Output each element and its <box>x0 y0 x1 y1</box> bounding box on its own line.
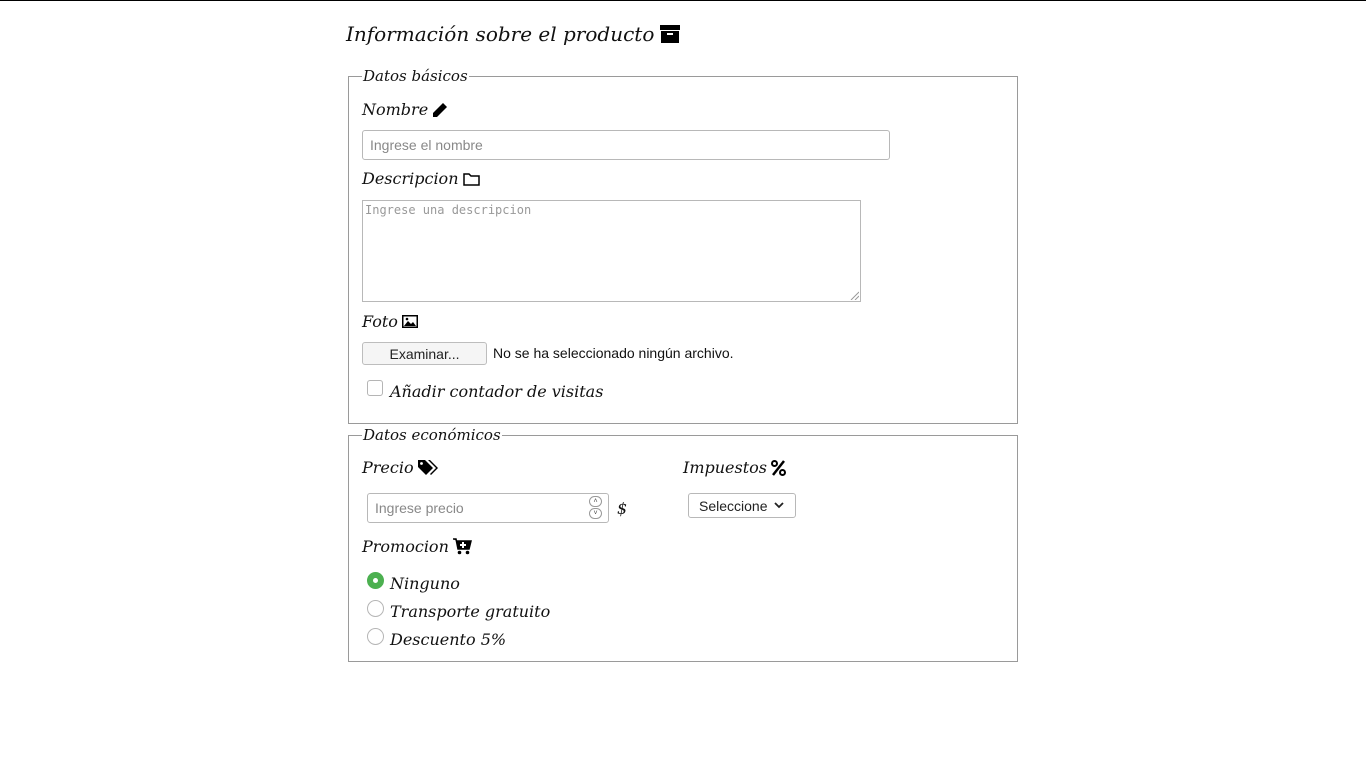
descripcion-placeholder: Ingrese una descripcion <box>365 203 532 217</box>
descripcion-label-text: Descripcion <box>362 169 459 188</box>
promo-label-ninguno: Ninguno <box>390 574 460 593</box>
impuestos-label-text: Impuestos <box>683 458 767 477</box>
currency-symbol: $ <box>617 499 628 518</box>
precio-label-text: Precio <box>362 458 414 477</box>
tags-icon <box>417 460 438 475</box>
precio-input[interactable]: Ingrese precio ˄ ˅ <box>367 493 609 523</box>
file-status-text: No se ha seleccionado ningún archivo. <box>493 345 734 361</box>
nombre-label: Nombre <box>362 100 448 119</box>
foto-label: Foto <box>362 312 418 331</box>
promo-radio-transporte[interactable] <box>367 600 384 617</box>
cart-plus-icon <box>452 538 472 555</box>
promo-radio-descuento[interactable] <box>367 628 384 645</box>
archive-icon <box>660 25 681 43</box>
folder-icon <box>462 172 480 186</box>
percent-icon <box>771 459 786 476</box>
pencil-icon <box>433 102 448 117</box>
visit-counter-label: Añadir contador de visitas <box>390 382 604 401</box>
promo-radio-ninguno[interactable] <box>367 572 384 589</box>
precio-label: Precio <box>362 458 439 477</box>
nombre-label-text: Nombre <box>362 100 429 119</box>
page-title: Información sobre el producto <box>346 21 681 47</box>
foto-label-text: Foto <box>362 312 398 331</box>
nombre-input[interactable]: Ingrese el nombre <box>362 130 890 160</box>
economic-data-legend: Datos económicos <box>363 426 501 444</box>
promocion-label: Promocion <box>362 537 472 556</box>
precio-spinner[interactable]: ˄ ˅ <box>589 496 602 520</box>
page-title-text: Información sobre el producto <box>346 22 655 46</box>
descripcion-textarea[interactable]: Ingrese una descripcion <box>362 200 861 302</box>
basic-data-legend: Datos básicos <box>363 67 468 85</box>
descripcion-label: Descripcion <box>362 169 480 188</box>
promocion-label-text: Promocion <box>362 537 449 556</box>
resize-handle-icon[interactable] <box>849 290 859 300</box>
promo-label-transporte: Transporte gratuito <box>390 602 551 621</box>
impuestos-selected-value: Seleccione <box>699 497 768 514</box>
spin-down-icon[interactable]: ˅ <box>589 508 602 519</box>
impuestos-label: Impuestos <box>683 458 786 477</box>
image-icon <box>401 315 418 328</box>
precio-placeholder: Ingrese precio <box>375 500 464 516</box>
promo-label-descuento: Descuento 5% <box>390 630 507 649</box>
visit-counter-checkbox[interactable] <box>367 380 383 396</box>
chevron-down-icon <box>773 502 784 509</box>
impuestos-select[interactable]: Seleccione <box>688 493 796 518</box>
file-browse-button[interactable]: Examinar... <box>362 342 487 365</box>
spin-up-icon[interactable]: ˄ <box>589 496 602 507</box>
nombre-placeholder: Ingrese el nombre <box>370 137 483 153</box>
